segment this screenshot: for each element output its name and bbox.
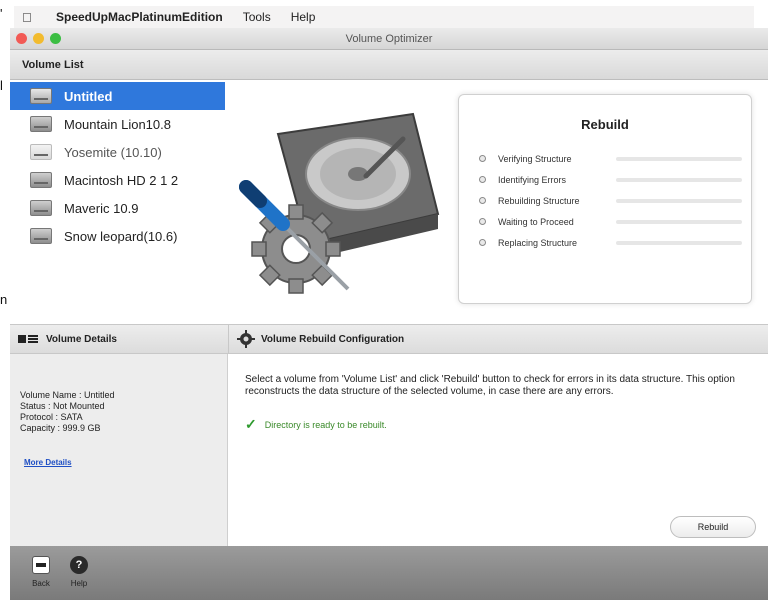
volume-item-snow-leopard[interactable]: Snow leopard(10.6): [10, 222, 225, 250]
volume-label: Untitled: [64, 88, 113, 104]
protocol-value: Protocol : SATA: [20, 412, 83, 422]
stray-glyph: n: [0, 292, 8, 307]
disk-icon: [30, 172, 52, 188]
step-progress-bar: [616, 198, 742, 203]
volume-item-untitled[interactable]: Untitled: [10, 82, 225, 110]
back-icon: [32, 556, 50, 574]
rebuild-step: Rebuilding Structure: [459, 190, 751, 211]
hard-drive-repair-icon: [239, 112, 440, 294]
rebuild-step: Identifying Errors: [459, 169, 751, 190]
window-title: Volume Optimizer: [345, 32, 433, 45]
step-label: Waiting to Proceed: [498, 216, 574, 227]
volume-item-yosemite[interactable]: Yosemite (10.10): [10, 138, 225, 166]
menu-tools[interactable]: Tools: [243, 10, 271, 24]
volume-details-header: Volume Details: [10, 324, 228, 354]
config-description: Select a volume from 'Volume List' and c…: [245, 374, 735, 397]
rebuild-config-pane: Select a volume from 'Volume List' and c…: [229, 354, 768, 546]
ready-status-text: Directory is ready to be rebuilt.: [264, 419, 387, 430]
step-label: Verifying Structure: [498, 153, 572, 164]
gear-icon: [237, 330, 255, 348]
disk-icon: [30, 144, 52, 160]
rebuild-panel-title: Rebuild: [581, 117, 629, 132]
volume-label: Maveric 10.9: [64, 200, 139, 216]
step-progress-bar: [616, 240, 742, 245]
rebuild-config-header: Volume Rebuild Configuration: [228, 324, 768, 354]
details-toggle-icon: [18, 335, 26, 343]
volume-label: Macintosh HD 2 1 2: [64, 172, 179, 188]
help-label: Help: [70, 579, 88, 588]
help-icon: ?: [70, 556, 88, 574]
volume-name-value: Volume Name : Untitled: [20, 390, 115, 400]
volume-details-pane: Volume Name : Untitled Status : Not Moun…: [10, 354, 228, 546]
step-progress-bar: [616, 177, 742, 182]
volume-item-maveric[interactable]: Maveric 10.9: [10, 194, 225, 222]
step-progress-bar: [616, 219, 742, 224]
step-status-icon: [479, 176, 486, 183]
disk-icon: [30, 116, 52, 132]
volume-label: Snow leopard(10.6): [64, 228, 178, 244]
menu-app-name[interactable]: SpeedUpMacPlatinumEdition: [56, 10, 223, 24]
step-status-icon: [479, 239, 486, 246]
back-label: Back: [32, 579, 50, 588]
step-progress-bar: [616, 156, 742, 161]
rebuild-button[interactable]: Rebuild: [670, 516, 756, 538]
more-details-link[interactable]: More Details: [10, 458, 227, 467]
ready-status: ✓ Directory is ready to be rebuilt.: [245, 416, 768, 433]
stray-glyph: ': [0, 6, 3, 21]
volume-item-macintosh-hd[interactable]: Macintosh HD 2 1 2: [10, 166, 225, 194]
volume-label: Mountain Lion10.8: [64, 116, 171, 132]
app-window: Volume Optimizer Volume List Untitled Mo…: [10, 28, 768, 600]
titlebar: Volume Optimizer: [10, 28, 768, 50]
step-status-icon: [479, 218, 486, 225]
menubar:  SpeedUpMacPlatinumEdition Tools Help: [14, 6, 754, 28]
step-status-icon: [479, 197, 486, 204]
rebuild-progress-panel: Rebuild Verifying Structure Identifying …: [458, 94, 752, 304]
apple-icon[interactable]: : [22, 10, 40, 25]
checkmark-icon: ✓: [245, 416, 257, 432]
menu-help[interactable]: Help: [291, 10, 316, 24]
volume-label: Yosemite (10.10): [64, 144, 162, 160]
stray-glyph: l: [0, 78, 3, 93]
status-value: Status : Not Mounted: [20, 401, 105, 411]
step-label: Replacing Structure: [498, 237, 578, 248]
volume-list-title: Volume List: [22, 58, 84, 71]
disk-icon: [30, 200, 52, 216]
back-button[interactable]: Back: [24, 556, 58, 588]
rebuild-config-title: Volume Rebuild Configuration: [261, 333, 405, 345]
volume-list: Untitled Mountain Lion10.8 Yosemite (10.…: [10, 82, 225, 320]
rebuild-step: Verifying Structure: [459, 148, 751, 169]
step-label: Rebuilding Structure: [498, 195, 580, 206]
rebuild-step: Waiting to Proceed: [459, 211, 751, 232]
step-label: Identifying Errors: [498, 174, 567, 185]
volume-item-mountain-lion[interactable]: Mountain Lion10.8: [10, 110, 225, 138]
help-button[interactable]: ? Help: [62, 556, 96, 588]
disk-icon: [30, 228, 52, 244]
volume-list-header: Volume List: [10, 50, 768, 80]
rebuild-step: Replacing Structure: [459, 232, 751, 253]
capacity-value: Capacity : 999.9 GB: [20, 423, 101, 433]
volume-details-title: Volume Details: [46, 333, 117, 345]
list-icon: [28, 335, 38, 343]
bottom-toolbar: Back ? Help: [10, 546, 768, 600]
step-status-icon: [479, 155, 486, 162]
disk-icon: [30, 88, 52, 104]
